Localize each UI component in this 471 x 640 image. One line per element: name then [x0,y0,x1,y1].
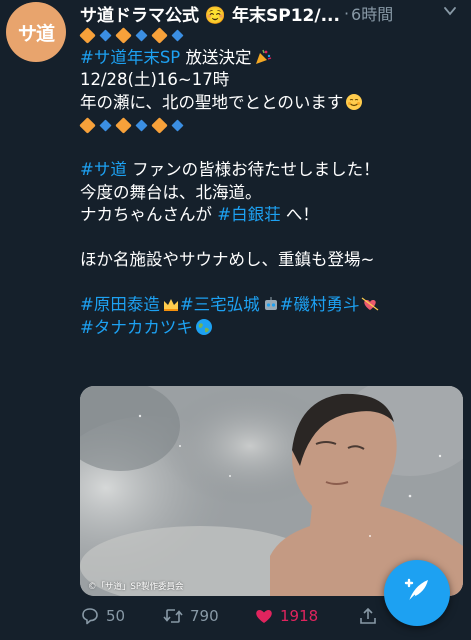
avatar-text: サ道 [17,22,55,45]
tweet-text: #サ道年末SP 放送決定 12/28(土)16~17時 年の瀬に、北の聖地でとと… [79,24,465,340]
tweet-line: ナカちゃんさんが #白銀荘 へ！ [80,204,465,227]
timestamp[interactable]: 6時間 [351,1,393,25]
robot-icon [262,295,280,313]
tweet-line: #タナカカツキ [80,317,465,340]
orange-diamond-icon [79,116,96,134]
hashtag-link[interactable]: #磯村勇斗 [280,295,360,314]
tweet-line: #サ道 ファンの皆様お待たせしました！ [80,159,465,182]
heart-arrow-icon [361,295,379,313]
tweet-line: 今度の舞台は、北海道。 [80,182,262,202]
tweet-header: サ道ドラマ公式 ☺️ 年末SP12/... · 6時間 [80,1,461,26]
orange-diamond-icon [115,116,132,134]
like-count: 1918 [280,607,319,625]
share-icon [358,606,378,626]
blue-diamond-icon [99,29,112,42]
blue-diamond-icon [171,119,184,132]
like-button[interactable]: 1918 [254,603,358,629]
crown-icon [162,295,180,313]
heart-icon [254,606,274,626]
orange-diamond-icon [151,26,168,44]
avatar[interactable]: サ道 [6,2,66,62]
hashtag-link[interactable]: #原田泰造 [80,295,160,314]
tweet-line: ほか名施設やサウナめし、重鎮も登場~ [80,250,375,269]
separator: · [343,3,350,23]
tweet-text-span: 年の瀬に、北の聖地でととのいます [80,92,344,112]
tweet-text-span: ナカちゃんさんが [80,205,218,224]
hashtag-link[interactable]: #タナカカツキ [80,318,193,337]
display-name[interactable]: サ道ドラマ公式 ☺️ 年末SP12/... [80,1,340,26]
retweet-button[interactable]: 790 [162,603,254,629]
smiling-face-icon [345,93,363,111]
blue-diamond-icon [135,29,148,42]
reply-count: 50 [106,607,126,625]
retweet-icon [162,606,184,626]
globe-icon [195,318,213,336]
compose-tweet-icon [400,574,434,612]
hashtag-link[interactable]: #三宅弘城 [180,295,260,314]
tweet-text-span: 放送決定 [180,47,252,67]
party-popper-icon [254,48,272,66]
retweet-count: 790 [190,607,219,625]
tweet-line: #原田泰造 #三宅弘城 #磯村勇斗 [80,294,465,317]
reply-icon [80,606,100,626]
tweet: サ道 サ道ドラマ公式 ☺️ 年末SP12/... · 6時間 #サ道年末SP 放… [0,0,471,640]
blue-diamond-icon [171,29,184,42]
tweet-line: #サ道年末SP 放送決定 [80,47,465,70]
tweet-text-span: ファンの皆様お待たせしました！ [126,160,380,179]
reply-button[interactable]: 50 [80,603,162,629]
tweet-line: 12/28(土)16~17時 [80,70,230,89]
hashtag-link[interactable]: #白銀荘 [217,205,280,224]
chevron-down-icon[interactable] [439,0,461,22]
blue-diamond-icon [135,119,148,132]
compose-tweet-button[interactable] [384,560,450,626]
orange-diamond-icon [151,116,168,134]
tweet-text-span: へ！ [280,205,319,224]
media-caption: ©「サ道」SP製作委員会 [88,582,184,592]
tweet-line: 年の瀬に、北の聖地でととのいます [80,92,465,115]
diamond-emoji-row [79,24,465,47]
diamond-emoji-row [79,114,465,137]
hashtag-link[interactable]: #サ道 [80,160,127,179]
tweet-actions: 50 790 1918 [80,603,420,629]
hashtag-link[interactable]: #サ道年末SP [80,48,180,67]
orange-diamond-icon [79,26,96,44]
orange-diamond-icon [115,26,132,44]
blue-diamond-icon [99,119,112,132]
